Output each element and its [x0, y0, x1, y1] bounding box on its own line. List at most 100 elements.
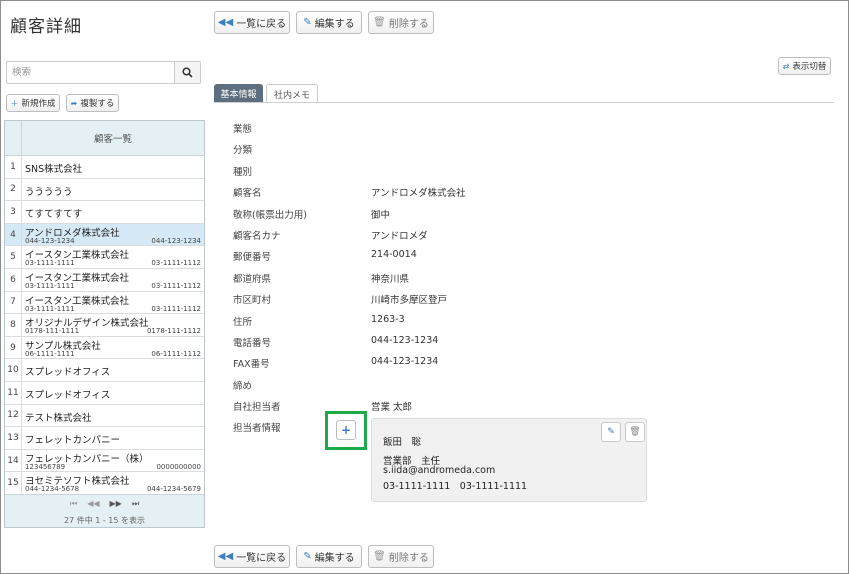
list-item[interactable]: 2 ううううう	[5, 178, 204, 202]
plus-icon: ＋	[10, 98, 19, 108]
field-value: 044-123-1234	[371, 356, 439, 368]
delete-contact-button[interactable]: 🗑	[625, 422, 645, 442]
field-value: 営業 太郎	[371, 402, 413, 414]
customer-list: 顧客一覧 1 SNS株式会社 2 ううううう 3 てすてすてす 4 アンドロメダ株式会社 044…	[4, 120, 205, 528]
list-item[interactable]: 13 フェレットカンパニー	[5, 427, 204, 450]
next-page-icon[interactable]: ▶▶	[110, 499, 122, 511]
list-item[interactable]: 4 アンドロメダ株式会社 044-123-1234 044-123-1234	[5, 223, 204, 247]
field-label: 郵便番号	[233, 252, 272, 264]
field-value: アンドロメダ株式会社	[371, 188, 466, 200]
field-label: FAX番号	[233, 359, 270, 371]
row-number: 1	[5, 156, 22, 178]
list-header-corner	[5, 121, 22, 155]
delete-button-bottom[interactable]: 🗑 削除する	[368, 545, 434, 568]
customer-tel-alt: 044-123-1234	[151, 236, 201, 245]
tab-basic-info[interactable]: 基本情報	[214, 84, 263, 103]
contact-phones: 03-1111-1111 03-1111-1111	[383, 481, 528, 492]
customer-tel-alt: 03-1111-1112	[151, 259, 201, 268]
first-page-icon[interactable]: ⏮	[70, 499, 77, 511]
row-number: 10	[5, 359, 22, 381]
row-number: 8	[5, 314, 22, 336]
trash-icon: 🗑	[373, 17, 386, 28]
field-label: 締め	[233, 380, 253, 392]
row-number: 15	[5, 472, 22, 494]
search-input[interactable]	[7, 62, 173, 83]
row-number: 6	[5, 268, 22, 291]
trash-icon: 🗑	[373, 551, 386, 562]
field-label: 顧客名カナ	[233, 231, 281, 242]
field-label: 業態	[233, 124, 253, 135]
field-label: 市区町村	[233, 295, 272, 307]
field-label: 分類	[233, 145, 253, 157]
contact-info-label: 担当者情報	[233, 423, 281, 434]
field-value: 044-123-1234	[371, 335, 439, 346]
field-value: 御中	[371, 209, 391, 221]
customer-tel-alt: 06-1111-1112	[151, 349, 201, 358]
field-label: 電話番号	[233, 338, 272, 349]
back-to-list-button[interactable]: ◀◀ 一覧に戻る	[214, 11, 290, 34]
tab-internal-memo[interactable]: 社内メモ	[266, 84, 318, 103]
customer-tel-alt: 03-1111-1112	[151, 304, 201, 313]
list-item[interactable]: 9 サンプル株式会社 06-1111-1111 06-1111-1112	[5, 336, 204, 360]
copy-button[interactable]: ➦ 複製する	[66, 94, 119, 112]
list-item[interactable]: 8 オリジナルデザイン株式会社 0178-111-1111 0178-111-1112	[5, 314, 204, 337]
customer-name: ううううう	[25, 186, 73, 198]
prev-page-icon[interactable]: ◀◀	[87, 499, 99, 511]
row-number: 4	[5, 223, 22, 246]
list-item[interactable]: 11 スプレッドオフィス	[5, 381, 204, 405]
customer-name: フェレットカンパニー	[25, 435, 121, 447]
back-to-list-button-bottom[interactable]: ◀◀ 一覧に戻る	[214, 545, 290, 568]
double-chevron-left-icon: ◀◀	[217, 551, 234, 562]
list-header-label: 顧客一覧	[93, 134, 132, 145]
list-item[interactable]: 3 てすてすてす	[5, 201, 204, 224]
new-button[interactable]: ＋ 新規作成	[6, 94, 60, 112]
contact-card: ✎ 🗑 飯田 聡 営業部 主任 s.iida@andromeda.com 03-…	[371, 418, 647, 502]
customer-tel-alt: 044-1234-5679	[146, 485, 201, 494]
search-icon	[182, 67, 193, 78]
row-number: 9	[5, 336, 22, 359]
pager-info: 27 件中 1 - 15 を表示	[63, 516, 146, 525]
list-item[interactable]: 12 テスト株式会社	[5, 404, 204, 428]
add-contact-button[interactable]: +	[336, 420, 356, 440]
row-number: 7	[5, 291, 22, 314]
pencil-icon: ✎	[607, 427, 615, 437]
last-page-icon[interactable]: ⏭	[132, 499, 139, 511]
customer-name: スプレッドオフィス	[25, 367, 111, 379]
contact-name: 飯田 聡	[383, 437, 422, 448]
page-title: 顧客詳細	[10, 17, 82, 37]
list-header: 顧客一覧	[5, 121, 204, 156]
row-number: 5	[5, 246, 22, 268]
edit-contact-button[interactable]: ✎	[601, 422, 621, 442]
delete-button[interactable]: 🗑 削除する	[368, 11, 434, 34]
customer-name: テスト株式会社	[25, 412, 92, 424]
list-item[interactable]: 15 ヨセミテソフト株式会社 044-1234-5678 044-1234-5679	[5, 472, 204, 495]
row-number: 11	[5, 381, 22, 404]
search-button[interactable]	[174, 62, 200, 83]
customer-tel: 03-1111-1111	[25, 304, 75, 313]
list-item[interactable]: 1 SNS株式会社	[5, 156, 204, 179]
customer-tel: 044-123-1234	[25, 236, 75, 245]
customer-tel: 06-1111-1111	[25, 349, 75, 358]
list-item[interactable]: 6 イースタン工業株式会社 03-1111-1111 03-1111-1112	[5, 268, 204, 292]
display-toggle-button[interactable]: ⇄ 表示切替	[778, 57, 831, 75]
customer-tel: 0178-111-1111	[25, 327, 80, 336]
row-number: 3	[5, 201, 22, 223]
row-number: 14	[5, 449, 22, 472]
edit-button[interactable]: ✎ 編集する	[296, 11, 362, 34]
list-item[interactable]: 14 フェレットカンパニー（株） 123456789 0000000000	[5, 449, 204, 473]
customer-tel: 044-1234-5678	[25, 485, 80, 494]
field-value: 川崎市多摩区登戸	[371, 295, 448, 307]
customer-tel: 03-1111-1111	[25, 281, 75, 290]
field-value: 214-0014	[371, 249, 417, 261]
list-item[interactable]: 10 スプレッドオフィス	[5, 359, 204, 382]
list-item[interactable]: 5 イースタン工業株式会社 03-1111-1111 03-1111-1112	[5, 246, 204, 269]
edit-button-bottom[interactable]: ✎ 編集する	[296, 545, 362, 568]
customer-name: てすてすてす	[25, 209, 83, 221]
swap-arrows-icon: ⇄	[782, 61, 790, 71]
customer-tel: 03-1111-1111	[25, 259, 75, 268]
field-label: 種別	[233, 166, 253, 178]
contact-email: s.iida@andromeda.com	[383, 465, 496, 476]
list-item[interactable]: 7 イースタン工業株式会社 03-1111-1111 03-1111-1112	[5, 291, 204, 315]
share-arrow-icon: ➦	[70, 98, 78, 108]
field-label: 住所	[233, 316, 253, 328]
